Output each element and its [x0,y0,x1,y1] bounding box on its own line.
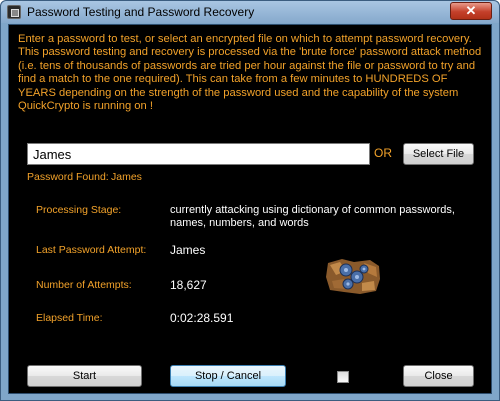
option-checkbox[interactable] [337,371,349,383]
processing-stage-label: Processing Stage: [36,204,122,216]
padlock-cracking-animation-icon [324,257,382,295]
select-file-button[interactable]: Select File [403,143,474,165]
start-button[interactable]: Start [27,365,142,387]
instructions-text: Enter a password to test, or select an e… [18,33,482,113]
password-found-value: James [111,171,142,183]
close-button[interactable]: Close [403,365,474,387]
app-icon [7,5,21,19]
elapsed-value: 0:02:28.591 [170,311,234,325]
attempts-label: Number of Attempts: [36,279,132,291]
last-attempt-label: Last Password Attempt: [36,244,147,256]
window-close-button[interactable]: ✕ [450,2,492,20]
or-label: OR [374,146,392,160]
title-bar[interactable]: Password Testing and Password Recovery ✕ [1,1,499,23]
window-title: Password Testing and Password Recovery [27,5,255,19]
attempts-value: 18,627 [170,278,207,292]
elapsed-label: Elapsed Time: [36,312,103,324]
stop-cancel-button[interactable]: Stop / Cancel [170,365,286,387]
password-input[interactable] [27,143,370,165]
password-found-label: Password Found: [27,171,109,183]
processing-stage-value: currently attacking using dictionary of … [170,204,455,229]
dialog-window: Password Testing and Password Recovery ✕… [0,0,500,401]
last-attempt-value: James [170,243,206,257]
dialog-body: Enter a password to test, or select an e… [8,24,492,394]
